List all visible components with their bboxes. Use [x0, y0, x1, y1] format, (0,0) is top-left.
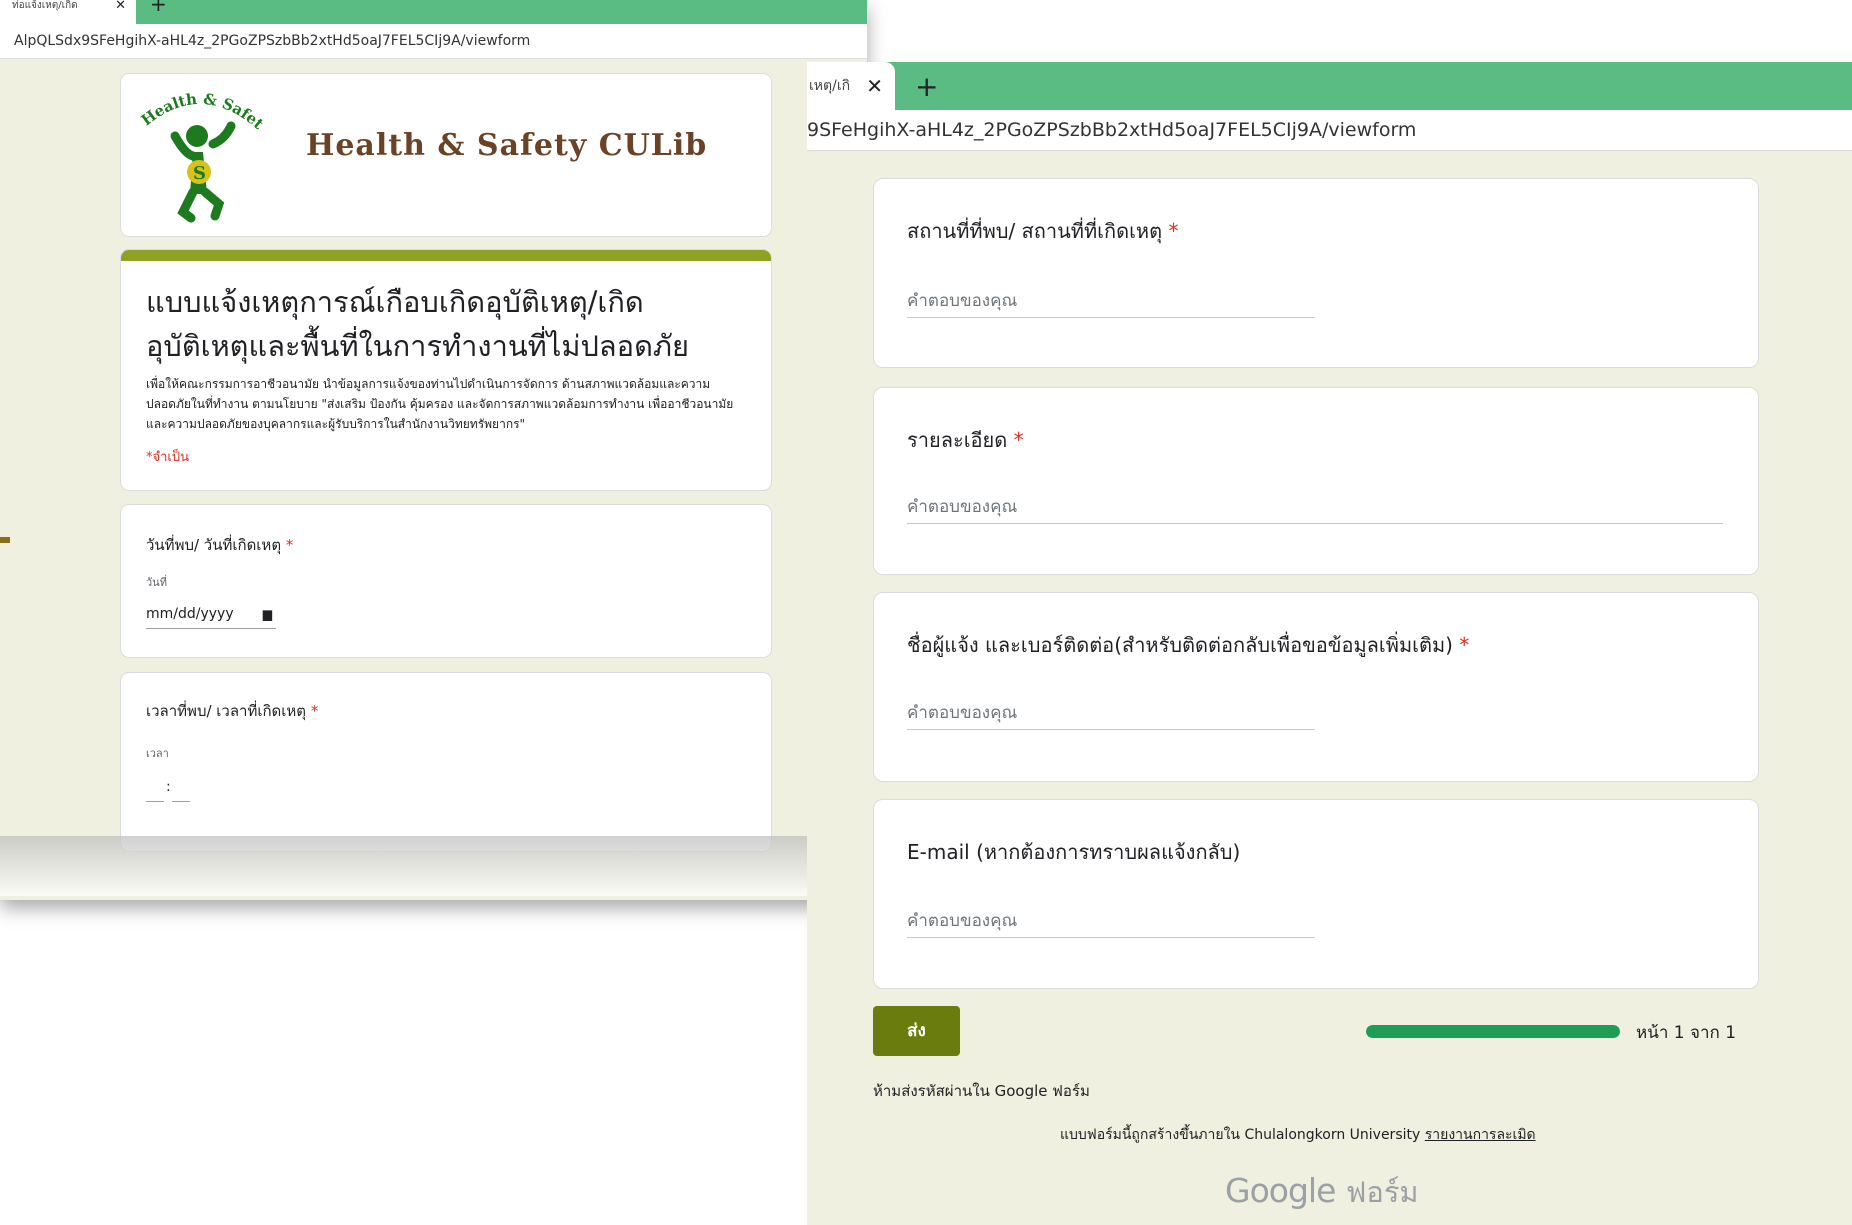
close-tab-icon[interactable]: ✕ [115, 0, 126, 12]
health-safety-logo: Health & Safety S [135, 84, 265, 223]
browser-tab[interactable]: ท่อแจ้งเหตุ/เกิด ✕ [0, 0, 136, 24]
edge-marker [0, 537, 10, 543]
tab-title: ท่อแจ้งเหตุ/เกิด [12, 0, 78, 11]
accent-bar [121, 250, 771, 261]
google-wordmark: Google [1225, 1171, 1336, 1210]
window-shadow [0, 836, 807, 896]
time-question-label: เวลาที่พบ/ เวลาที่เกิดเหตุ * [146, 699, 318, 723]
url-text: 9SFeHgihX-aHL4z_2PGoZPSzbBb2xtHd5oaJ7FEL… [807, 119, 1417, 141]
url-text: AlpQLSdx9SFeHgihX-aHL4z_2PGoZPSzbBb2xtHd… [14, 33, 531, 49]
time-question-card: เวลาที่พบ/ เวลาที่เกิดเหตุ * เวลา : [120, 672, 772, 852]
date-question-card: วันที่พบ/ วันที่เกิดเหตุ * วันที่ mm/dd/… [120, 504, 772, 658]
tab-bar: เหตุ/เกิ ✕ + [807, 62, 1852, 110]
date-question-text: วันที่พบ/ วันที่เกิดเหตุ [146, 536, 282, 554]
required-star: * [1168, 219, 1179, 243]
form-title: แบบแจ้งเหตุการณ์เกือบเกิดอุบัติเหตุ/เกิด… [146, 285, 690, 363]
address-bar[interactable]: AlpQLSdx9SFeHgihX-aHL4z_2PGoZPSzbBb2xtHd… [0, 24, 867, 59]
answer-placeholder: คำตอบของคุณ [907, 911, 1018, 931]
answer-placeholder: คำตอบของคุณ [907, 497, 1018, 517]
form-description: เพื่อให้คณะกรรมการอาชีวอนามัย นำข้อมูลกา… [146, 377, 734, 431]
required-star: * [310, 702, 319, 720]
tab-title: เหตุ/เกิ [809, 78, 851, 94]
time-question-text: เวลาที่พบ/ เวลาที่เกิดเหตุ [146, 702, 307, 720]
question-card-reporter: ชื่อผู้แจ้ง และเบอร์ติดต่อ(สำหรับติดต่อก… [873, 592, 1759, 782]
question-card-email: E-mail (หากต้องการทราบผลแจ้งกลับ) คำตอบข… [873, 799, 1759, 989]
time-colon: : [166, 779, 171, 795]
new-tab-icon[interactable]: + [915, 70, 938, 103]
date-question-label: วันที่พบ/ วันที่เกิดเหตุ * [146, 533, 293, 557]
required-star: * [285, 536, 294, 554]
progress-fill [1366, 1025, 1620, 1038]
time-input: : [146, 777, 196, 805]
close-tab-icon[interactable]: ✕ [866, 62, 883, 110]
answer-placeholder: คำตอบของคุณ [907, 703, 1018, 723]
question-text: รายละเอียด [907, 428, 1008, 452]
svg-text:S: S [193, 163, 206, 184]
progress-bar [1366, 1025, 1620, 1038]
question-text: สถานที่ที่พบ/ สถานที่ที่เกิดเหตุ [907, 219, 1163, 243]
footer-text-line: แบบฟอร์มนี้ถูกสร้างขึ้นภายใน Chulalongko… [1060, 1124, 1536, 1146]
forms-wordmark: ฟอร์ม [1345, 1175, 1419, 1209]
browser-tab[interactable]: เหตุ/เกิ ✕ [807, 62, 895, 110]
required-star: * [1459, 633, 1470, 657]
question-text: ชื่อผู้แจ้ง และเบอร์ติดต่อ(สำหรับติดต่อก… [907, 633, 1453, 657]
report-abuse-link[interactable]: รายงานการละเมิด [1425, 1127, 1536, 1143]
hour-input[interactable] [146, 801, 164, 802]
left-browser-window: ท่อแจ้งเหตุ/เกิด ✕ + AlpQLSdx9SFeHgihX-a… [0, 0, 867, 900]
footer-text: แบบฟอร์มนี้ถูกสร้างขึ้นภายใน Chulalongko… [1060, 1127, 1421, 1143]
new-tab-icon[interactable]: + [150, 0, 167, 16]
date-placeholder: mm/dd/yyyy [146, 606, 234, 622]
answer-input-reporter[interactable]: คำตอบของคุณ [907, 697, 1315, 730]
question-card-location: สถานที่ที่พบ/ สถานที่ที่เกิดเหตุ * คำตอบ… [873, 178, 1759, 368]
question-label: ชื่อผู้แจ้ง และเบอร์ติดต่อ(สำหรับติดต่อก… [907, 629, 1469, 661]
calendar-icon[interactable]: ▆ [263, 600, 272, 628]
answer-placeholder: คำตอบของคุณ [907, 291, 1018, 311]
header-logo-card: Health & Safety S Health & Safety CULib [120, 73, 772, 237]
minute-input[interactable] [172, 801, 190, 802]
date-sublabel: วันที่ [146, 576, 167, 589]
question-label: สถานที่ที่พบ/ สถานที่ที่เกิดเหตุ * [907, 215, 1178, 247]
required-star: * [1013, 428, 1024, 452]
right-browser-window: เหตุ/เกิ ✕ + 9SFeHgihX-aHL4z_2PGoZPSzbBb… [807, 62, 1852, 1225]
question-label: E-mail (หากต้องการทราบผลแจ้งกลับ) [907, 836, 1240, 868]
question-label: รายละเอียด * [907, 424, 1024, 456]
required-note: *จำเป็น [146, 450, 189, 465]
form-title-card: แบบแจ้งเหตุการณ์เกือบเกิดอุบัติเหตุ/เกิด… [120, 249, 772, 491]
question-card-details: รายละเอียด * คำตอบของคุณ [873, 387, 1759, 575]
time-sublabel: เวลา [146, 747, 169, 760]
google-forms-logo[interactable]: Google ฟอร์ม [1225, 1169, 1419, 1215]
question-text: E-mail (หากต้องการทราบผลแจ้งกลับ) [907, 840, 1241, 864]
answer-input-email[interactable]: คำตอบของคุณ [907, 905, 1315, 938]
answer-input-location[interactable]: คำตอบของคุณ [907, 285, 1315, 318]
logo-title: Health & Safety CULib [306, 128, 708, 163]
submit-button[interactable]: ส่ง [873, 1006, 960, 1056]
page-indicator: หน้า 1 จาก 1 [1636, 1023, 1737, 1043]
answer-input-details[interactable]: คำตอบของคุณ [907, 491, 1723, 524]
address-bar[interactable]: 9SFeHgihX-aHL4z_2PGoZPSzbBb2xtHd5oaJ7FEL… [807, 110, 1852, 151]
password-warning: ห้ามส่งรหัสผ่านใน Google ฟอร์ม [873, 1082, 1090, 1100]
date-input[interactable]: mm/dd/yyyy ▆ [146, 600, 276, 629]
tab-strip: + [136, 0, 867, 24]
